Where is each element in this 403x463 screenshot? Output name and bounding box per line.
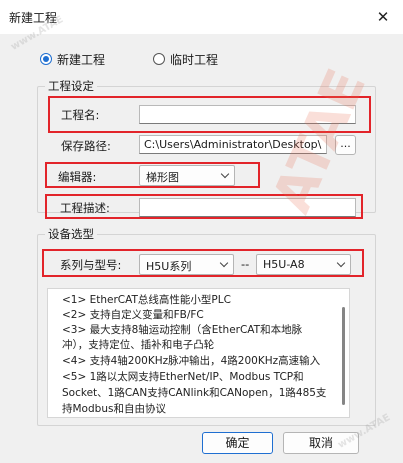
chevron-down-icon	[220, 169, 230, 179]
description-line: <2> 支持自定义变量和FB/FC	[62, 309, 204, 321]
radio-new-project[interactable]	[40, 53, 52, 65]
editor-select[interactable]: 梯形图	[139, 165, 235, 186]
radio-temp-project[interactable]	[153, 53, 165, 65]
series-model-label: 系列与型号:	[60, 258, 122, 272]
save-path-input[interactable]: C:\Users\Administrator\Desktop\	[139, 135, 327, 154]
device-description-box[interactable]: <1> EtherCAT总线高性能小型PLC <2> 支持自定义变量和FB/FC…	[47, 288, 350, 418]
description-line: <4> 支持4轴200KHz脉冲输出，4路200KHz高速输入	[62, 355, 321, 367]
series-select-value: H5U系列	[146, 260, 192, 273]
model-select[interactable]: H5U-A8	[256, 254, 351, 275]
project-settings-group-label: 工程设定	[45, 78, 97, 94]
radio-new-project-label[interactable]: 新建工程	[57, 51, 105, 68]
chevron-down-icon	[336, 258, 346, 268]
chevron-down-icon	[219, 258, 229, 268]
model-select-value: H5U-A8	[263, 258, 305, 271]
title-bar: 新建工程 ✕	[0, 0, 403, 34]
device-selection-group-label: 设备选型	[45, 226, 97, 242]
description-line: Socket、1路CAN支持CANlink和CANopen，1路485支	[62, 387, 327, 399]
series-model-separator: --	[241, 257, 250, 271]
close-icon[interactable]: ✕	[372, 7, 394, 27]
editor-select-value: 梯形图	[146, 171, 179, 184]
description-scrollbar[interactable]	[342, 307, 345, 405]
project-name-input[interactable]	[139, 105, 356, 124]
project-description-input[interactable]	[139, 198, 356, 217]
window-title: 新建工程	[9, 11, 58, 25]
ok-button[interactable]: 确定	[202, 432, 273, 454]
new-project-dialog: 新建工程 临时工程 工程设定 工程名: 保存路径: C:\Users\Admin…	[0, 34, 403, 463]
cancel-button[interactable]: 取消	[283, 432, 359, 454]
radio-temp-project-label[interactable]: 临时工程	[170, 51, 218, 68]
project-description-label: 工程描述:	[60, 201, 110, 215]
description-line: 持Modbus和自由协议	[62, 403, 166, 415]
save-path-label: 保存路径:	[61, 139, 111, 153]
browse-button[interactable]: ...	[335, 135, 356, 155]
description-line: 冲），支持定位、插补和电子凸轮	[62, 339, 215, 351]
description-line: <1> EtherCAT总线高性能小型PLC	[62, 294, 231, 306]
project-name-label: 工程名:	[61, 108, 100, 122]
description-line: <3> 最大支持8轴运动控制（含EtherCAT和本地脉	[62, 324, 303, 336]
description-line: <5> 1路以太网支持EtherNet/IP、Modbus TCP和	[62, 371, 304, 383]
series-select[interactable]: H5U系列	[139, 254, 234, 275]
editor-label: 编辑器:	[58, 170, 97, 184]
